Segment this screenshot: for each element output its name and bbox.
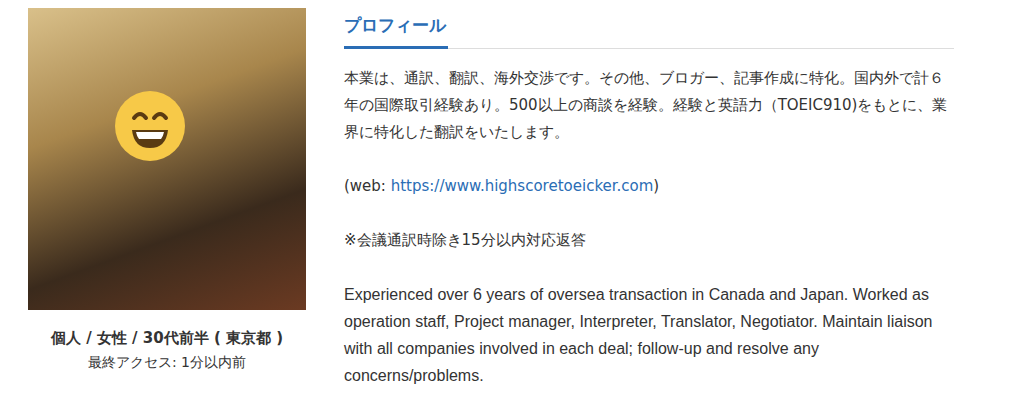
profile-page: 個人 / 女性 / 30代前半 ( 東京都 ) 最終アクセス: 1分以内前 プロフィ… (0, 0, 1024, 404)
profile-section: プロフィール本業は、通訳、翻訳、海外交渉です。その他、ブロガー、記事作成に特化。… (344, 8, 954, 404)
last-access: 最終アクセス: 1分以内前 (88, 352, 246, 372)
profile-heading: プロフィール (344, 10, 448, 49)
smiley-icon (114, 90, 186, 162)
intro-text: 本業は、通訳、翻訳、海外交渉です。その他、ブロガー、記事作成に特化。国内外で計６… (344, 65, 954, 146)
user-card: 個人 / 女性 / 30代前半 ( 東京都 ) 最終アクセス: 1分以内前 (28, 8, 306, 404)
english-text: Experienced over 6 years of oversea tran… (344, 281, 954, 389)
web-line: (web: https://www.highscoretoeicker.com) (344, 173, 954, 200)
user-info: 個人 / 女性 / 30代前半 ( 東京都 ) (51, 327, 283, 349)
profile-photo (28, 8, 306, 310)
response-note: ※会議通訳時除き15分以内対応返答 (344, 227, 954, 254)
section-header: プロフィール (344, 8, 954, 49)
web-link[interactable]: https://www.highscoretoeicker.com (391, 177, 654, 195)
